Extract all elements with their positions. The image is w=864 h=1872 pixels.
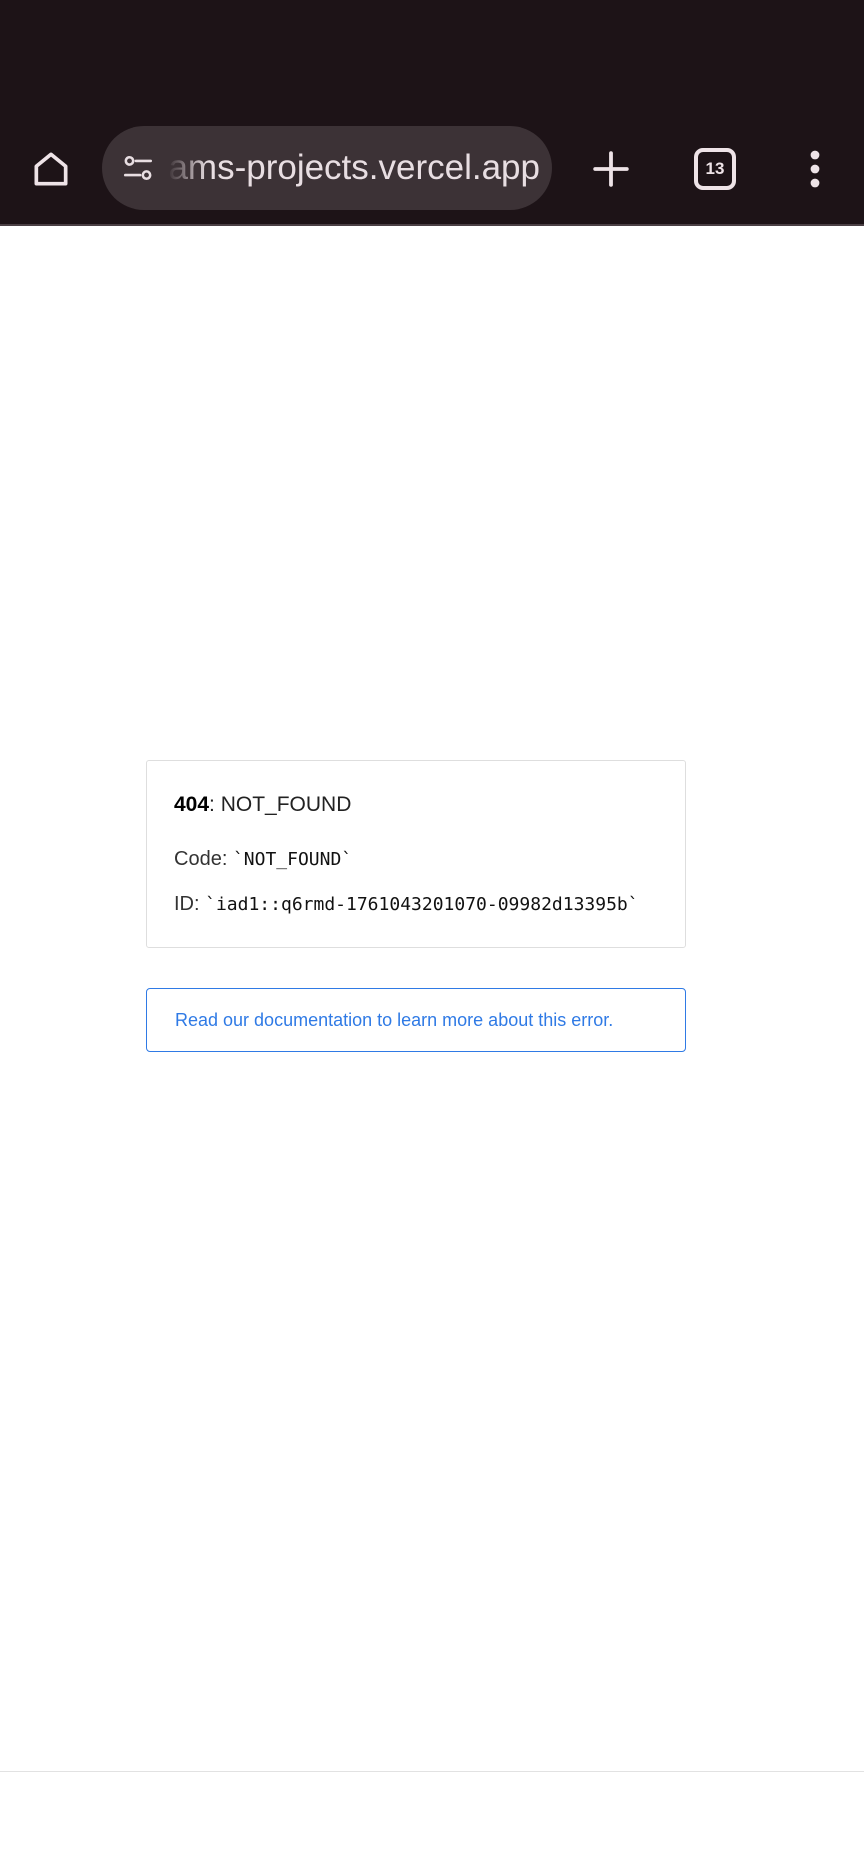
tune-icon <box>123 155 153 181</box>
error-status-text: : NOT_FOUND <box>209 793 352 816</box>
address-bar[interactable]: ams-projects.vercel.app <box>102 126 552 210</box>
error-code-label: Code: <box>174 848 228 870</box>
documentation-link[interactable]: Read our documentation to learn more abo… <box>146 988 686 1052</box>
tab-switcher-icon: 13 <box>694 148 736 190</box>
error-card: 404: NOT_FOUND Code: `NOT_FOUND` ID: `ia… <box>146 760 686 948</box>
error-title: 404: NOT_FOUND <box>174 791 659 819</box>
home-button[interactable] <box>20 138 82 200</box>
error-id-value: `iad1::q6rmd-1761043201070-09982d13395b` <box>205 894 639 915</box>
tab-switcher-button[interactable]: 13 <box>682 136 748 202</box>
browser-toolbar: ams-projects.vercel.app 13 <box>0 112 864 226</box>
error-code-value: `NOT_FOUND` <box>232 849 353 870</box>
url-fade <box>168 126 208 210</box>
site-settings-button[interactable] <box>114 144 162 192</box>
error-id-label: ID: <box>174 893 200 915</box>
bottom-divider <box>0 1771 864 1772</box>
plus-icon <box>593 151 629 187</box>
url-text: ams-projects.vercel.app <box>170 148 540 187</box>
tab-count: 13 <box>705 159 725 178</box>
error-status-code: 404 <box>174 793 210 816</box>
error-code-line: Code: `NOT_FOUND` <box>174 845 659 874</box>
status-bar <box>0 0 864 112</box>
error-id-line: ID: `iad1::q6rmd-1761043201070-09982d133… <box>174 890 659 919</box>
home-icon <box>34 152 68 186</box>
more-vertical-icon <box>810 150 820 188</box>
new-tab-button[interactable] <box>580 138 642 200</box>
menu-button[interactable] <box>790 138 840 200</box>
